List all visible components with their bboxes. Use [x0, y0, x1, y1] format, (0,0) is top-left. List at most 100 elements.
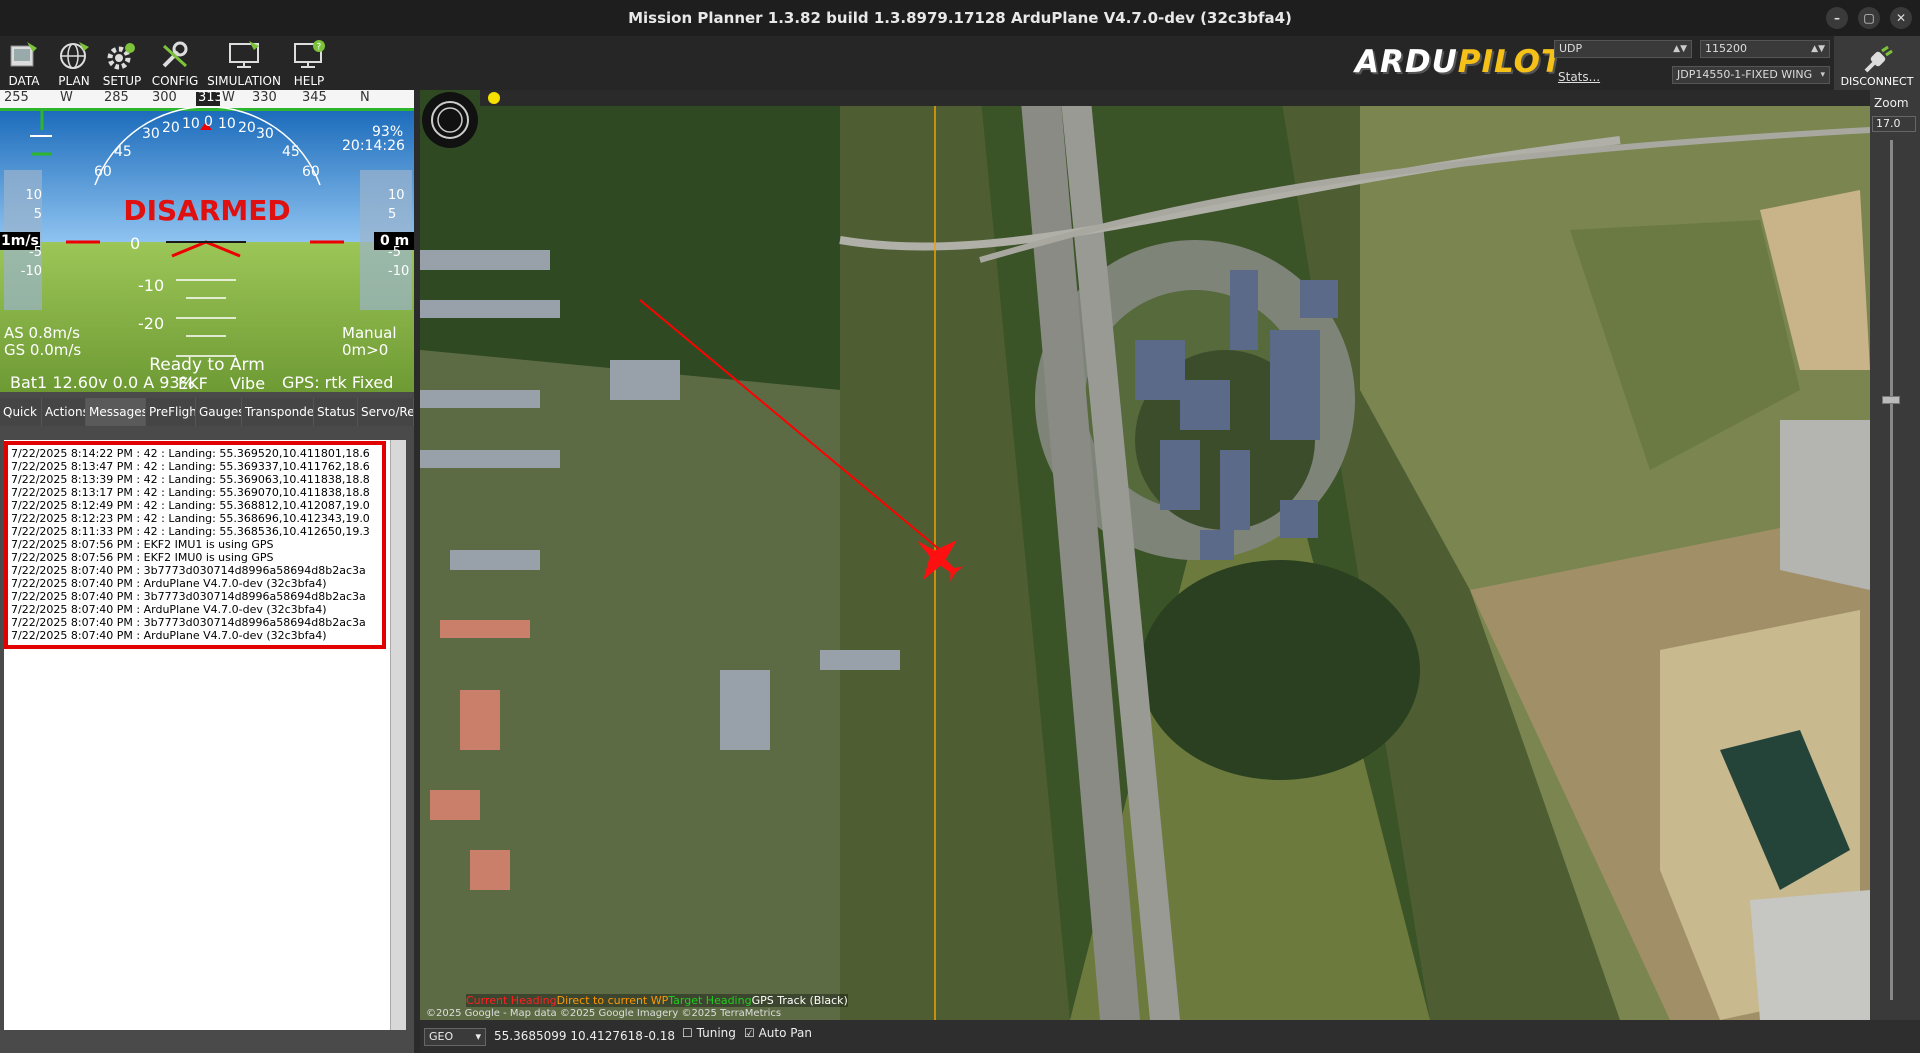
map-legend: Current HeadingDirect to current WPTarge…: [466, 994, 848, 1007]
legend-direct-wp: Direct to current WP: [556, 994, 669, 1007]
toolbar-plan-label: PLAN: [58, 74, 90, 88]
zoom-input[interactable]: 17.0: [1872, 116, 1916, 132]
cursor-coordinates: 55.3685099 10.4127618: [494, 1029, 643, 1043]
toolbar-help-button[interactable]: ? HELP: [286, 36, 332, 90]
hud-time: 20:14:26: [342, 138, 405, 154]
tab-quick[interactable]: Quick: [0, 398, 42, 426]
auto-pan-checkbox[interactable]: ☑ Auto Pan: [744, 1026, 812, 1040]
tab-actions[interactable]: Actions: [42, 398, 86, 426]
view-indicator: [420, 90, 480, 150]
timeline-bar[interactable]: [480, 90, 1870, 106]
alt-tick: -10: [388, 264, 410, 279]
disconnect-button[interactable]: DISCONNECT: [1834, 36, 1920, 90]
chevron-down-icon: ▾: [1820, 70, 1825, 80]
checkbox-checked-icon: ☑: [744, 1026, 755, 1040]
toolbar-setup-button[interactable]: SETUP: [102, 36, 142, 90]
toolbar-simulation-button[interactable]: SIMULATION: [207, 36, 281, 90]
toolbar-setup-label: SETUP: [102, 74, 142, 88]
messages-list[interactable]: 7/22/2025 8:14:22 PM : 42 : Landing: 55.…: [4, 441, 386, 649]
message-line: 7/22/2025 8:13:47 PM : 42 : Landing: 55.…: [11, 460, 370, 473]
baud-rate-select[interactable]: 115200 ▲▼: [1700, 40, 1830, 58]
toolbar-help-label: HELP: [293, 74, 325, 88]
chevron-down-icon: ▾: [475, 1030, 481, 1043]
coord-system-select[interactable]: GEO ▾: [424, 1028, 486, 1046]
connection-type-value: UDP: [1559, 42, 1583, 55]
roll-label: 45: [282, 144, 300, 160]
zoom-label: Zoom: [1874, 96, 1909, 110]
coord-system-value: GEO: [429, 1030, 454, 1043]
toolbar-data-label: DATA: [8, 74, 40, 88]
legend-target-heading: Target Heading: [668, 994, 752, 1007]
auto-pan-label: Auto Pan: [758, 1026, 812, 1040]
logo-ardu: ARDU: [1355, 44, 1458, 80]
map-view[interactable]: Current HeadingDirect to current WPTarge…: [420, 90, 1870, 1020]
tab-transponder[interactable]: Transponder: [242, 398, 314, 426]
battery-status: Bat1 12.60v 0.0 A 93%: [10, 373, 195, 392]
plan-globe-icon: [60, 42, 89, 69]
minimize-button[interactable]: –: [1826, 7, 1848, 29]
legend-gps-track: GPS Track (Black): [751, 994, 848, 1007]
tab-servo[interactable]: Servo/Re: [358, 398, 414, 426]
cursor-altitude: -0.18: [644, 1029, 676, 1043]
satellite-imagery: [420, 90, 1870, 1020]
vehicle-profile-select[interactable]: JDP14550-1-FIXED WING ▾: [1672, 66, 1830, 84]
tab-gauges[interactable]: Gauges: [196, 398, 242, 426]
data-tabs: Quick Actions Messages PreFlight Gauges …: [0, 398, 414, 426]
legend-current-heading: Current Heading: [466, 994, 557, 1007]
tab-status[interactable]: Status: [314, 398, 358, 426]
window-title: Mission Planner 1.3.82 build 1.3.8979.17…: [628, 9, 1292, 27]
simulation-monitor-icon: [229, 41, 259, 68]
roll-label: 45: [114, 144, 132, 160]
close-button[interactable]: ✕: [1890, 7, 1912, 29]
message-line: 7/22/2025 8:14:22 PM : 42 : Landing: 55.…: [11, 447, 370, 460]
timeline-handle-icon[interactable]: [488, 92, 500, 104]
alt-tick: 5: [388, 207, 397, 222]
message-line: 7/22/2025 8:07:40 PM : ArduPlane V4.7.0-…: [11, 603, 327, 616]
speed-tick: -10: [20, 264, 42, 279]
speed-tick: 10: [25, 188, 42, 203]
message-line: 7/22/2025 8:13:17 PM : 42 : Landing: 55.…: [11, 486, 370, 499]
roll-label: 10: [218, 116, 236, 132]
compass-label: 300: [152, 90, 177, 105]
flight-mode: Manual: [342, 324, 397, 342]
messages-scrollbar[interactable]: [390, 440, 406, 1030]
tuning-checkbox[interactable]: ☐ Tuning: [682, 1026, 736, 1040]
pitch-label: -20: [138, 314, 165, 333]
map-status-bar: GEO ▾ 55.3685099 10.4127618 -0.18 ☐ Tunin…: [420, 1020, 1920, 1053]
toolbar-config-button[interactable]: CONFIG: [150, 36, 200, 90]
map-copyright: ©2025 Google - Map data ©2025 Google Ima…: [426, 1008, 782, 1019]
toolbar-plan-button[interactable]: PLAN: [54, 36, 94, 90]
roll-label: 30: [256, 126, 274, 142]
message-line: 7/22/2025 8:13:39 PM : 42 : Landing: 55.…: [11, 473, 370, 486]
zoom-slider-track[interactable]: [1890, 140, 1893, 1000]
hud-display[interactable]: 255 W 285 300 313 W 330 345 N 60 45 30 2…: [0, 90, 414, 392]
speed-value: 1m/s: [1, 233, 39, 249]
toolbar-config-label: CONFIG: [151, 74, 199, 88]
toolbar-simulation-label: SIMULATION: [207, 74, 281, 88]
speed-tick: 5: [33, 207, 42, 222]
config-wrench-icon: [162, 41, 188, 68]
maximize-button[interactable]: ▢: [1858, 7, 1880, 29]
tab-preflight[interactable]: PreFlight: [146, 398, 196, 426]
flight-data-panel: 255 W 285 300 313 W 330 345 N 60 45 30 2…: [0, 90, 414, 1053]
message-line: 7/22/2025 8:07:40 PM : 3b7773d030714d899…: [11, 564, 366, 577]
disconnect-label: DISCONNECT: [1840, 75, 1914, 88]
tab-messages[interactable]: Messages: [86, 398, 146, 426]
connection-type-select[interactable]: UDP ▲▼: [1554, 40, 1692, 58]
zoom-slider-handle[interactable]: [1882, 396, 1900, 404]
vibe-status[interactable]: Vibe: [230, 374, 265, 392]
compass-label: 255: [4, 90, 29, 105]
message-line: 7/22/2025 8:07:40 PM : 3b7773d030714d899…: [11, 616, 366, 629]
compass-label: 285: [104, 90, 129, 105]
ekf-status[interactable]: EKF: [178, 374, 208, 392]
plug-icon: [1864, 45, 1893, 73]
roll-label: 60: [302, 164, 320, 180]
compass-label: N: [360, 90, 370, 105]
altitude-value: 0 m: [380, 233, 410, 249]
setup-gear-icon: [107, 43, 135, 70]
stats-link[interactable]: Stats...: [1558, 70, 1600, 84]
baud-rate-value: 115200: [1705, 42, 1747, 55]
message-line: 7/22/2025 8:11:33 PM : 42 : Landing: 55.…: [11, 525, 370, 538]
toolbar-data-button[interactable]: DATA: [4, 36, 44, 90]
title-bar: Mission Planner 1.3.82 build 1.3.8979.17…: [0, 0, 1920, 36]
